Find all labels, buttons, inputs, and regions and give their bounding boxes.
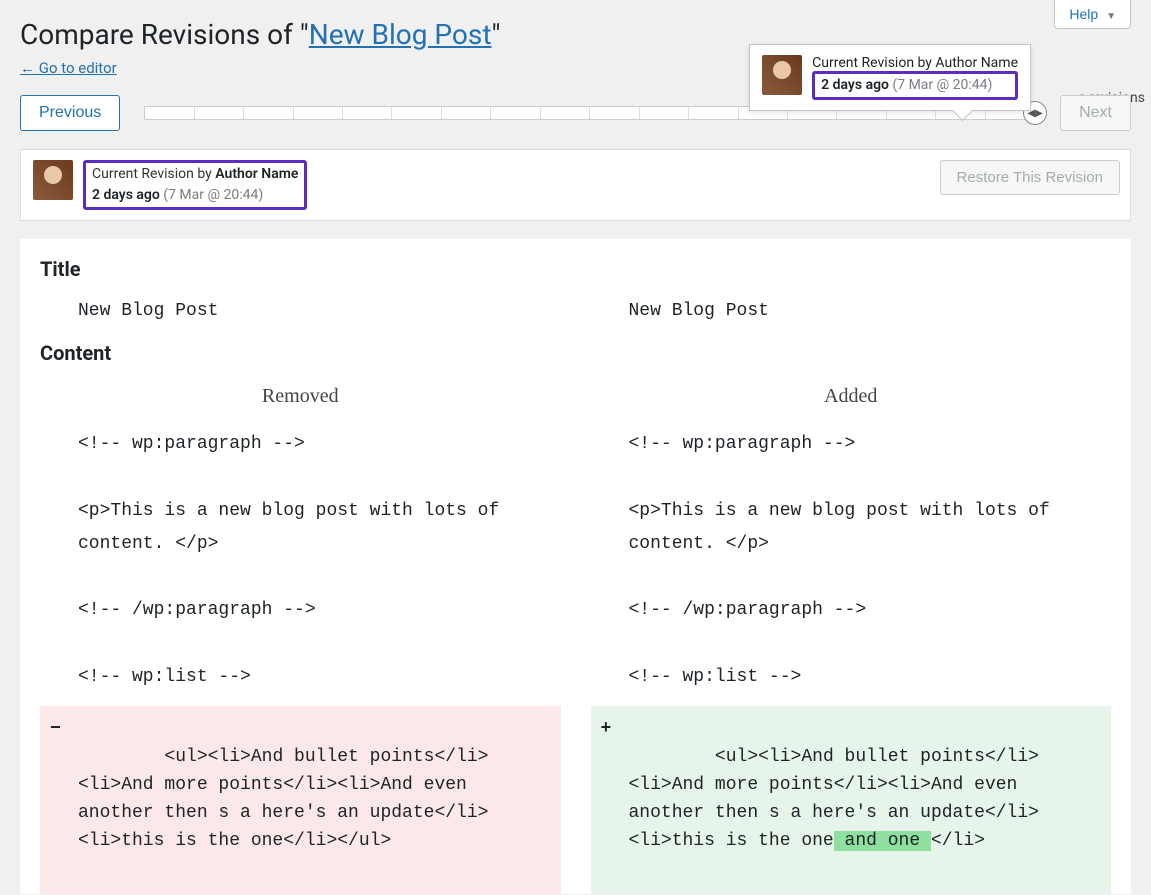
post-link[interactable]: New Blog Post xyxy=(309,18,492,51)
tooltip-highlight: 2 days ago (7 Mar @ 20:44) xyxy=(812,71,1018,100)
meta-date: (7 Mar @ 20:44) xyxy=(163,187,263,203)
revision-tooltip: Current Revision by Author Name 2 days a… xyxy=(749,44,1031,111)
help-button[interactable]: Help ▼ xyxy=(1054,0,1131,29)
previous-button[interactable]: Previous xyxy=(20,95,120,131)
restore-revision-button: Restore This Revision xyxy=(940,160,1120,195)
title-left: New Blog Post xyxy=(40,301,561,321)
content-right-unchanged: <!-- wp:paragraph --> <p>This is a new b… xyxy=(591,428,1112,694)
content-left-removed: −<ul><li>And bullet points</li><li>And m… xyxy=(40,706,561,893)
title-right: New Blog Post xyxy=(591,301,1112,321)
diff-panel: Title New Blog Post New Blog Post Conten… xyxy=(20,239,1131,894)
meta-author: Author Name xyxy=(215,166,298,182)
chevron-down-icon: ▼ xyxy=(1106,11,1116,22)
content-left-unchanged: <!-- wp:paragraph --> <p>This is a new b… xyxy=(40,428,561,694)
meta-ago: 2 days ago xyxy=(92,187,160,203)
added-header: Added xyxy=(591,385,1112,408)
section-title-title: Title xyxy=(40,257,1111,281)
next-button: Next xyxy=(1060,95,1131,131)
avatar xyxy=(762,55,802,95)
title-diff-row: New Blog Post New Blog Post xyxy=(40,301,1111,341)
tooltip-ago: 2 days ago xyxy=(821,77,889,93)
content-right-added: +<ul><li>And bullet points</li><li>And m… xyxy=(591,706,1112,893)
section-title-content: Content xyxy=(40,341,1111,365)
meta-highlight: Current Revision by Author Name 2 days a… xyxy=(83,160,307,210)
back-to-editor-link[interactable]: ← Go to editor xyxy=(20,59,117,77)
meta-by: Current Revision by xyxy=(92,166,212,182)
help-label: Help xyxy=(1069,6,1098,22)
tooltip-by: Current Revision by xyxy=(812,55,932,71)
added-text-post: </li> xyxy=(931,831,985,851)
revision-meta-bar: Current Revision by Author Name 2 days a… xyxy=(20,149,1131,221)
removed-header: Removed xyxy=(40,385,561,408)
minus-icon: − xyxy=(50,716,61,744)
tooltip-author: Author Name xyxy=(935,55,1018,71)
avatar xyxy=(33,160,73,200)
content-diff-row: Removed <!-- wp:paragraph --> <p>This is… xyxy=(40,385,1111,894)
tooltip-date: (7 Mar @ 20:44) xyxy=(892,77,992,93)
title-suffix: " xyxy=(492,18,501,51)
removed-text: <ul><li>And bullet points</li><li>And mo… xyxy=(78,747,488,851)
added-text-highlight: and one xyxy=(834,831,931,851)
plus-icon: + xyxy=(601,716,612,744)
title-prefix: Compare Revisions of " xyxy=(20,18,309,51)
